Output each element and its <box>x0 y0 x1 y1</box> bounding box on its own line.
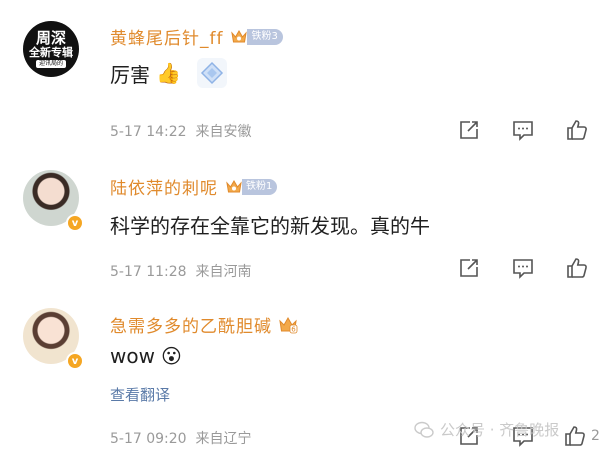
comment-text-row: 科学的存在全靠它的新发现。真的牛 <box>110 210 430 239</box>
username[interactable]: 黄蜂尾后针_ff <box>110 24 223 49</box>
comment-time: 5-17 11:28 <box>110 264 187 280</box>
comment-text: 科学的存在全靠它的新发现。真的牛 <box>110 214 430 238</box>
like-button[interactable] <box>563 116 591 144</box>
comment-icon <box>513 259 533 279</box>
fan-badge-label: 铁粉3 <box>247 28 283 45</box>
thumbs-up-icon <box>565 426 585 446</box>
share-icon <box>460 259 478 277</box>
thumbs-up-icon <box>567 258 587 278</box>
crown-icon <box>224 177 244 197</box>
wechat-icon <box>414 421 434 438</box>
comment-header: 急需多多的乙酰胆碱 6 <box>110 312 298 337</box>
reply-button[interactable] <box>509 116 537 144</box>
avatar[interactable]: 周深 全新专辑 迎讯局的 <box>23 21 79 77</box>
comment-item: 周深 全新专辑 迎讯局的 黄蜂尾后针_ff 铁粉3 厉害 👍 5-17 14:2… <box>0 0 600 150</box>
comment-text-row: 厉害 👍 <box>110 58 227 88</box>
comment-text: 厉害 <box>110 62 150 87</box>
share-icon <box>460 121 478 139</box>
reply-button[interactable] <box>509 254 537 282</box>
comment-text: wow <box>110 344 155 368</box>
fan-badge[interactable]: 6 <box>278 315 298 335</box>
avatar-text: 迎讯局的 <box>35 60 66 68</box>
fan-badge-label: 铁粉1 <box>242 178 278 195</box>
comment-time: 5-17 14:22 <box>110 124 187 140</box>
username[interactable]: 陆依萍的刺呢 <box>110 174 218 199</box>
comment-item: v 陆依萍的刺呢 铁粉1 科学的存在全靠它的新发现。真的牛 5-17 11:28… <box>0 150 600 290</box>
verified-badge-icon: v <box>66 214 84 232</box>
crown-icon <box>229 27 249 47</box>
avatar-text: 周深 <box>35 29 66 47</box>
thumbs-up-icon <box>567 120 587 140</box>
comment-meta: 5-17 11:28 来自河南 <box>110 261 251 281</box>
fan-badge[interactable]: 铁粉1 <box>224 177 278 197</box>
verified-badge-icon: v <box>66 352 84 370</box>
surprised-emoji: 😮 <box>160 344 182 368</box>
avatar-text: 全新专辑 <box>29 46 73 59</box>
translate-link[interactable]: 查看翻译 <box>110 384 170 405</box>
fan-badge[interactable]: 铁粉3 <box>229 27 283 47</box>
comment-text-row: wow 😮 <box>110 344 182 368</box>
like-button[interactable]: 2 <box>563 422 600 450</box>
like-count: 2 <box>591 428 600 444</box>
comment-location: 来自河南 <box>195 264 252 280</box>
comment-meta: 5-17 09:20 来自辽宁 <box>110 428 251 448</box>
watermark-text: 公众号 · 齐鲁晚报 <box>440 421 560 439</box>
comment-actions <box>455 254 591 282</box>
comment-location: 来自辽宁 <box>195 431 252 447</box>
comment-meta: 5-17 14:22 来自安徽 <box>110 121 251 141</box>
comment-header: 黄蜂尾后针_ff 铁粉3 <box>110 24 283 49</box>
username[interactable]: 急需多多的乙酰胆碱 <box>110 312 272 337</box>
comment-header: 陆依萍的刺呢 铁粉1 <box>110 174 278 199</box>
like-button[interactable] <box>563 254 591 282</box>
fan-level: 6 <box>291 325 296 333</box>
share-button[interactable] <box>455 116 483 144</box>
diamond-sticker-icon <box>196 58 227 88</box>
comment-icon <box>513 121 533 141</box>
thumbs-up-emoji: 👍 <box>156 61 181 85</box>
fan-level-crown-icon: 6 <box>278 315 298 335</box>
watermark: 公众号 · 齐鲁晚报 <box>414 419 559 440</box>
share-button[interactable] <box>455 254 483 282</box>
comment-actions <box>455 116 591 144</box>
comment-location: 来自安徽 <box>195 124 252 140</box>
comment-time: 5-17 09:20 <box>110 431 187 447</box>
